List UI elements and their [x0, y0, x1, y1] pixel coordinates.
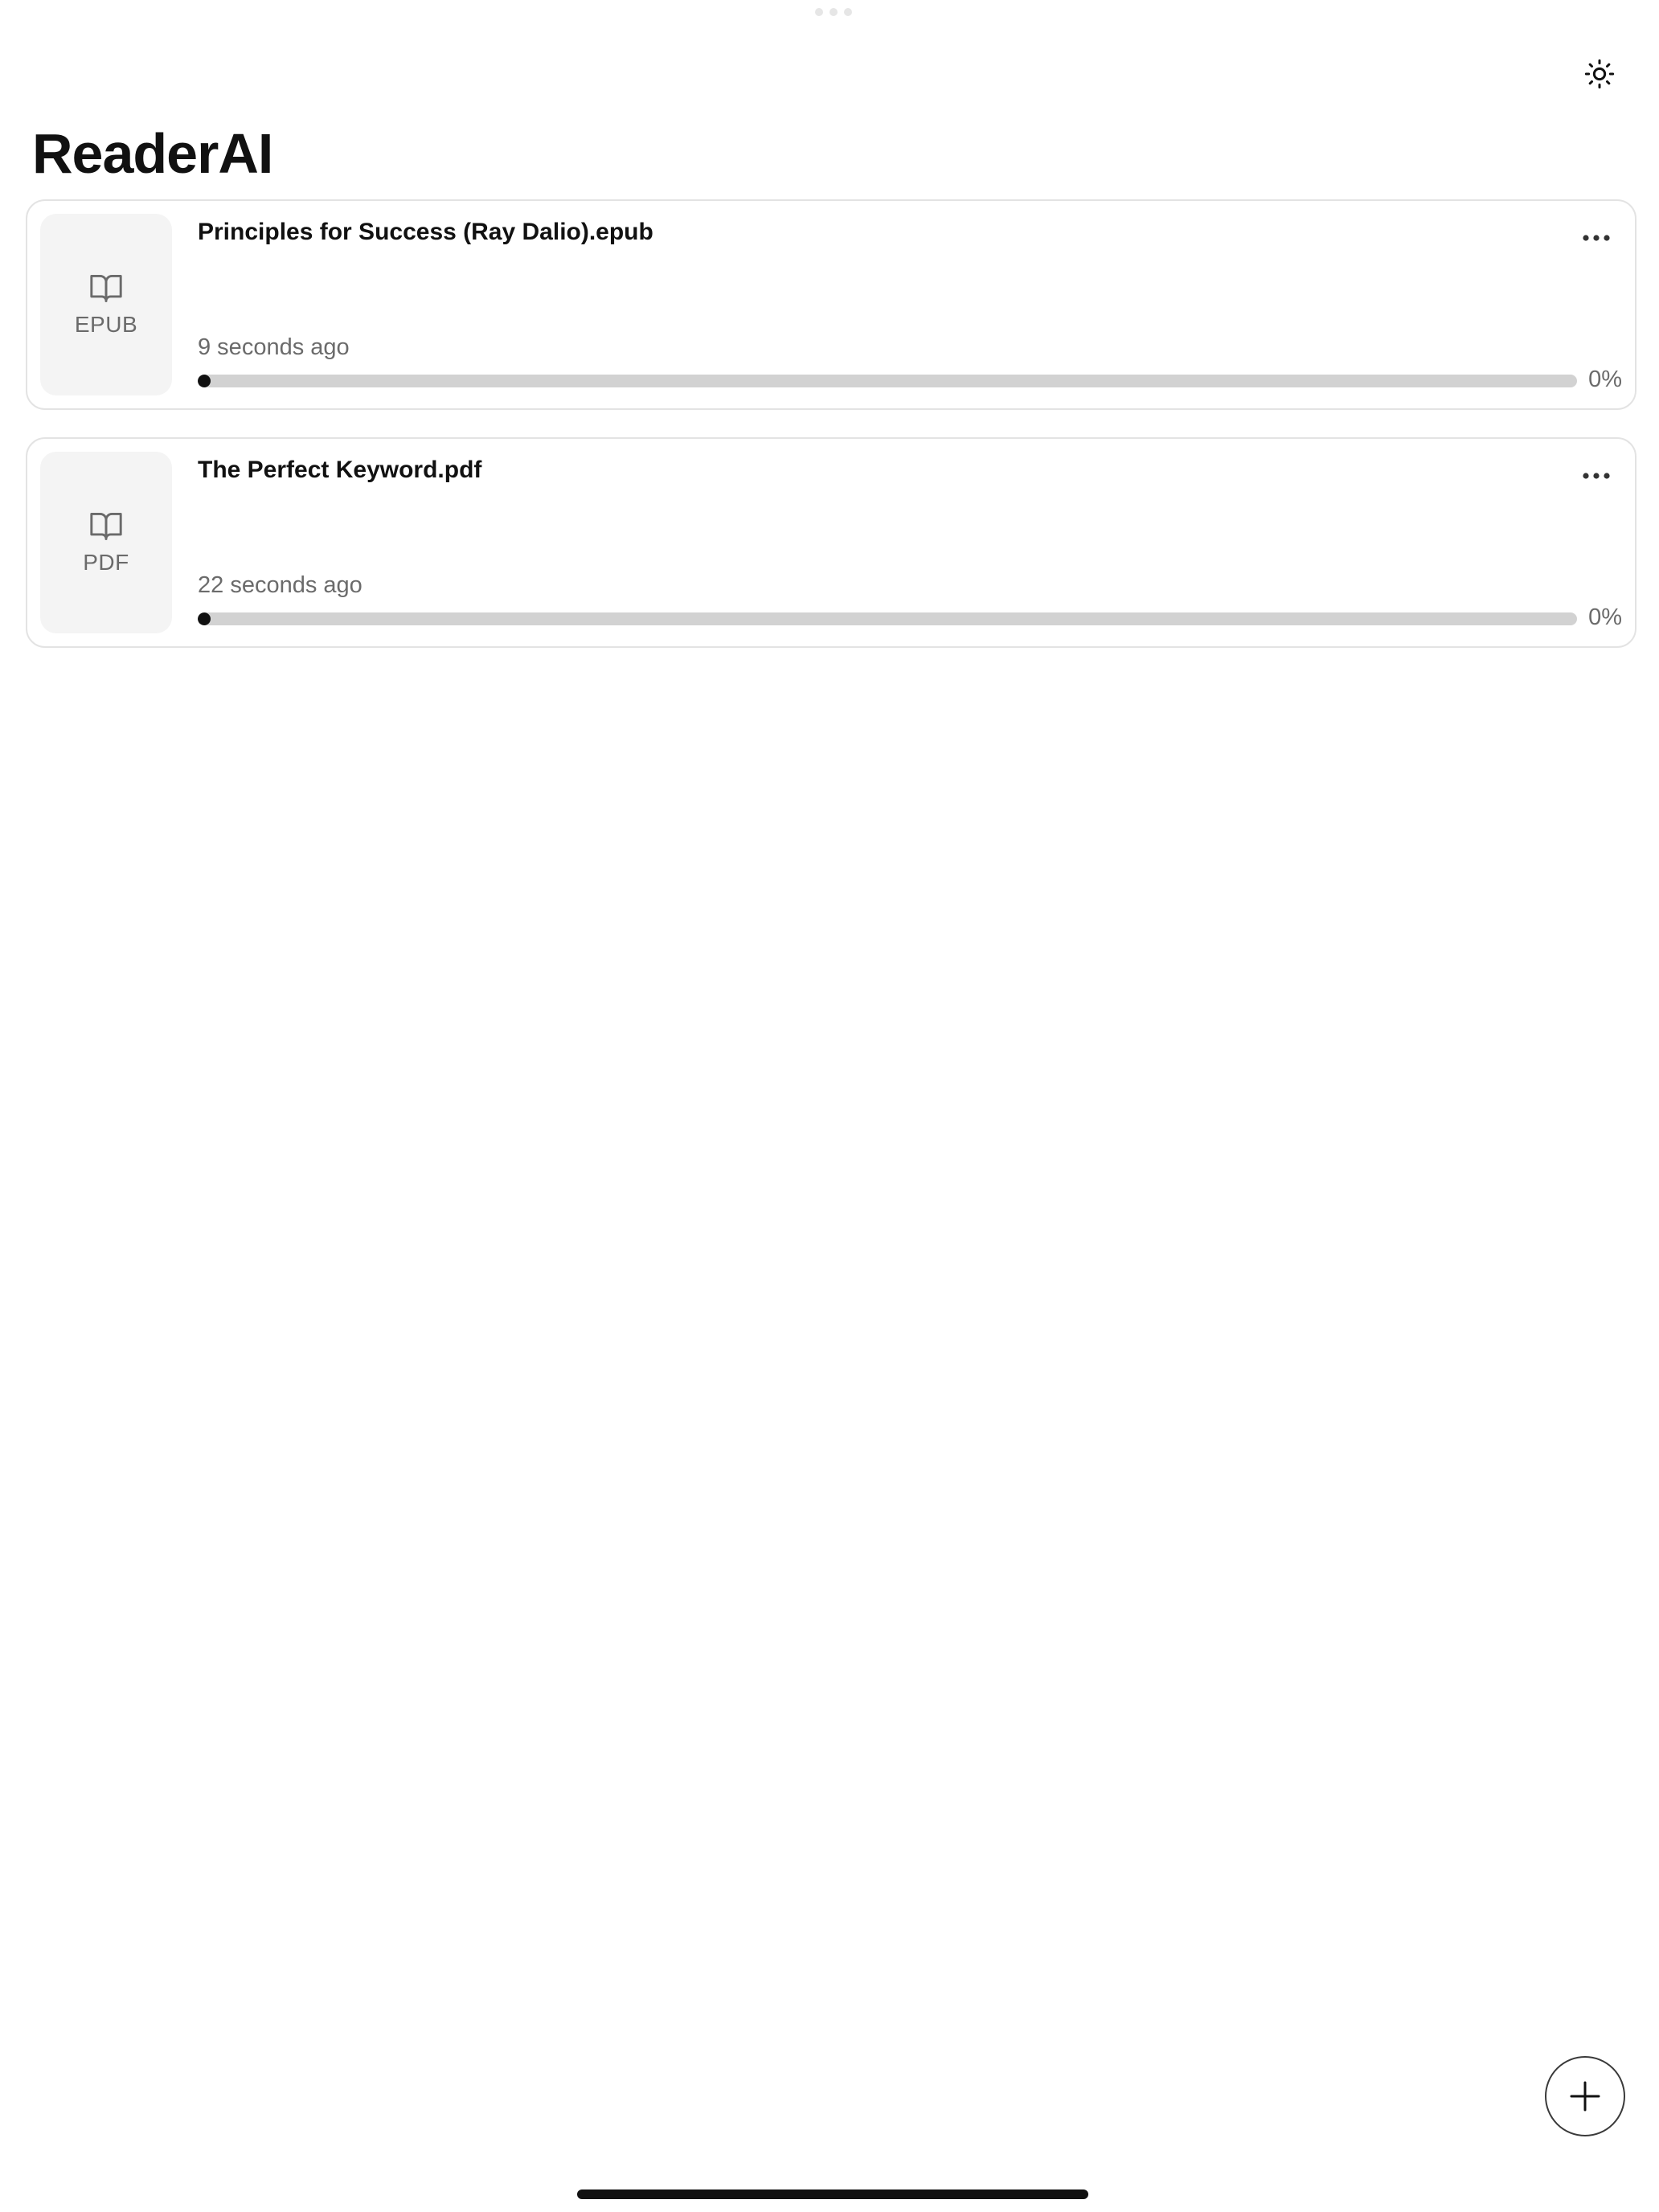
handle-dot	[815, 8, 823, 16]
book-card[interactable]: EPUB Principles for Success (Ray Dalio).…	[26, 199, 1636, 410]
more-options-button[interactable]	[1571, 219, 1622, 257]
window-handle[interactable]	[815, 8, 852, 16]
ellipsis-icon	[1583, 473, 1610, 479]
sun-icon	[1584, 59, 1615, 89]
book-title: Principles for Success (Ray Dalio).epub	[198, 219, 653, 245]
theme-toggle-button[interactable]	[1580, 55, 1619, 93]
reading-progress-bar	[198, 375, 1577, 387]
ellipsis-icon	[1583, 235, 1610, 241]
last-opened-time: 22 seconds ago	[198, 572, 363, 598]
reading-progress-fill	[198, 612, 211, 625]
last-opened-time: 9 seconds ago	[198, 334, 350, 360]
book-thumbnail: EPUB	[40, 214, 172, 395]
book-list: EPUB Principles for Success (Ray Dalio).…	[26, 199, 1636, 675]
add-book-button[interactable]	[1545, 2056, 1625, 2136]
progress-percent: 0%	[1588, 604, 1622, 630]
file-type-label: EPUB	[74, 312, 138, 337]
file-type-label: PDF	[83, 550, 129, 575]
progress-percent: 0%	[1588, 367, 1622, 392]
book-thumbnail: PDF	[40, 452, 172, 633]
book-card[interactable]: PDF The Perfect Keyword.pdf 22 seconds a…	[26, 437, 1636, 648]
reading-progress-fill	[198, 375, 211, 387]
book-open-icon	[90, 275, 122, 302]
reading-progress-bar	[198, 612, 1577, 625]
handle-dot	[844, 8, 852, 16]
plus-icon	[1570, 2081, 1600, 2112]
book-open-icon	[90, 513, 122, 540]
more-options-button[interactable]	[1571, 457, 1622, 495]
book-title: The Perfect Keyword.pdf	[198, 457, 482, 483]
app-title: ReaderAI	[32, 122, 273, 185]
handle-dot	[830, 8, 838, 16]
home-indicator[interactable]	[577, 2189, 1088, 2199]
